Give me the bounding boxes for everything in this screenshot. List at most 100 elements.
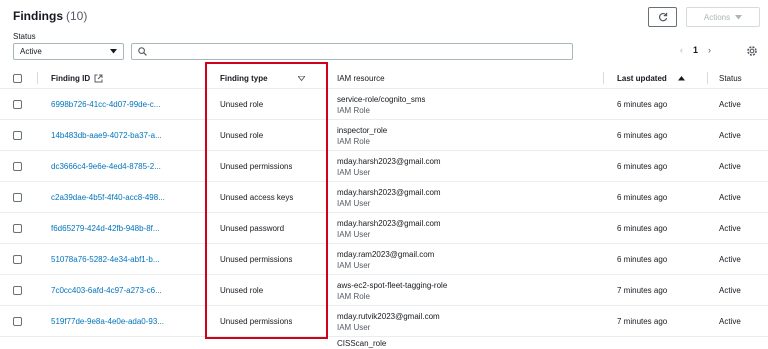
iam-resource-name: CISScan_role [337, 339, 387, 348]
last-updated: 7 minutes ago [617, 317, 668, 326]
next-page-button[interactable]: › [708, 45, 711, 55]
column-status-label: Status [719, 73, 742, 83]
row-checkbox[interactable] [13, 193, 22, 202]
iam-resource-name: service-role/cognito_sms [337, 94, 426, 104]
status-value: Active [719, 255, 741, 264]
select-all-checkbox[interactable] [13, 73, 22, 83]
last-updated: 6 minutes ago [617, 162, 668, 171]
status-value: Active [719, 162, 741, 171]
last-updated: 7 minutes ago [617, 286, 668, 295]
status-value: Active [719, 224, 741, 233]
gear-icon [747, 46, 757, 56]
row-checkbox[interactable] [13, 255, 22, 264]
table-row[interactable]: 14b483db-aae9-4072-ba37-a... Unused role… [0, 120, 768, 151]
row-checkbox[interactable] [13, 100, 22, 109]
finding-type: Unused access keys [220, 193, 294, 202]
row-select-cell[interactable] [13, 151, 22, 182]
status-value: Active [719, 286, 741, 295]
iam-resource-name: inspector_role [337, 125, 388, 135]
row-select-cell[interactable] [13, 213, 22, 244]
row-checkbox[interactable] [13, 286, 22, 295]
row-checkbox[interactable] [13, 224, 22, 233]
column-status[interactable]: Status [719, 67, 742, 89]
row-select-cell[interactable] [13, 306, 22, 337]
iam-resource-type: IAM User [337, 322, 371, 332]
finding-type: Unused role [220, 100, 264, 109]
column-iam-resource[interactable]: IAM resource [337, 67, 385, 89]
table-row[interactable]: dc3666c4-9e6e-4ed4-8785-2... Unused perm… [0, 151, 768, 182]
iam-resource: aws-ec2-spot-fleet-tagging-role IAM Role [337, 275, 447, 306]
iam-resource-type: IAM User [337, 198, 371, 208]
column-last-updated-label: Last updated [617, 73, 667, 83]
finding-id-link[interactable]: 519f77de-9e8a-4e0e-ada0-93... [51, 306, 164, 337]
external-link-icon [94, 74, 103, 82]
status-value: Active [719, 131, 741, 140]
iam-resource: mday.harsh2023@gmail.com IAM User [337, 182, 441, 213]
column-finding-type[interactable]: Finding type [220, 67, 305, 89]
table-row[interactable]: 519f77de-9e8a-4e0e-ada0-93... Unused per… [0, 306, 768, 337]
finding-type: Unused role [220, 131, 264, 140]
column-iam-resource-label: IAM resource [337, 73, 385, 83]
last-updated: 6 minutes ago [617, 224, 668, 233]
finding-id-link[interactable]: 51078a76-5282-4e34-abf1-b... [51, 244, 160, 275]
table-row-partial[interactable]: CISScan_role [0, 338, 768, 349]
status-select[interactable]: Active [13, 43, 124, 60]
finding-id-link[interactable]: f6d65279-424d-42fb-948b-8f... [51, 213, 160, 244]
last-updated: 6 minutes ago [617, 255, 668, 264]
status-value: Active [719, 317, 741, 326]
row-select-cell[interactable] [13, 275, 22, 306]
finding-id-link[interactable]: 14b483db-aae9-4072-ba37-a... [51, 120, 162, 151]
select-all-cell[interactable] [13, 67, 22, 89]
table-header: Finding ID Finding type IAM resource Las… [0, 67, 768, 89]
row-select-cell[interactable] [13, 182, 22, 213]
iam-resource-name: mday.harsh2023@gmail.com [337, 156, 441, 166]
table-row[interactable]: f6d65279-424d-42fb-948b-8f... Unused pas… [0, 213, 768, 244]
finding-id-link[interactable]: 7c0cc403-6afd-4c97-a273-c6... [51, 275, 162, 306]
column-last-updated[interactable]: Last updated [617, 67, 685, 89]
row-select-cell[interactable] [13, 89, 22, 120]
column-finding-type-label: Finding type [220, 73, 268, 83]
finding-type: Unused permissions [220, 162, 293, 171]
last-updated: 6 minutes ago [617, 100, 668, 109]
column-finding-id[interactable]: Finding ID [51, 67, 103, 89]
table-row[interactable]: c2a39dae-4b5f-4f40-acc8-498... Unused ac… [0, 182, 768, 213]
search-input[interactable] [131, 43, 573, 60]
iam-resource: mday.ram2023@gmail.com IAM User [337, 244, 434, 275]
finding-id-link[interactable]: dc3666c4-9e6e-4ed4-8785-2... [51, 151, 161, 182]
search-icon [138, 47, 147, 56]
row-checkbox[interactable] [13, 131, 22, 140]
iam-resource-name: mday.harsh2023@gmail.com [337, 187, 441, 197]
status-filter-label: Status [13, 32, 36, 41]
table-row[interactable]: 51078a76-5282-4e34-abf1-b... Unused perm… [0, 244, 768, 275]
row-select-cell[interactable] [13, 244, 22, 275]
finding-type: Unused permissions [220, 255, 293, 264]
row-checkbox[interactable] [13, 317, 22, 326]
last-updated: 6 minutes ago [617, 131, 668, 140]
status-value: Active [719, 100, 741, 109]
iam-resource: inspector_role IAM Role [337, 120, 387, 151]
current-page[interactable]: 1 [693, 45, 698, 55]
iam-resource-name: mday.rutvik2023@gmail.com [337, 311, 440, 321]
finding-id-link[interactable]: c2a39dae-4b5f-4f40-acc8-498... [51, 182, 165, 213]
findings-count: (10) [66, 9, 88, 23]
row-checkbox[interactable] [13, 162, 22, 171]
column-finding-id-label: Finding ID [51, 73, 91, 83]
preferences-button[interactable] [745, 44, 759, 58]
iam-resource-type: IAM Role [337, 136, 370, 146]
iam-resource: mday.harsh2023@gmail.com IAM User [337, 151, 441, 182]
iam-resource-type: IAM User [337, 167, 371, 177]
row-select-cell[interactable] [13, 120, 22, 151]
table-row[interactable]: 7c0cc403-6afd-4c97-a273-c6... Unused rol… [0, 275, 768, 306]
pagination: ‹ 1 › [680, 45, 711, 55]
iam-resource-type: IAM Role [337, 291, 370, 301]
table-row[interactable]: 6998b726-41cc-4d07-99de-c... Unused role… [0, 89, 768, 120]
finding-id-link[interactable]: 6998b726-41cc-4d07-99de-c... [51, 89, 160, 120]
page-title: Findings [13, 9, 63, 23]
prev-page-button[interactable]: ‹ [680, 45, 683, 55]
column-divider [326, 72, 327, 84]
column-divider [206, 72, 207, 84]
iam-resource-type: IAM User [337, 260, 371, 270]
refresh-button[interactable] [648, 7, 677, 27]
refresh-icon [658, 12, 667, 22]
actions-button[interactable]: Actions [686, 7, 760, 27]
